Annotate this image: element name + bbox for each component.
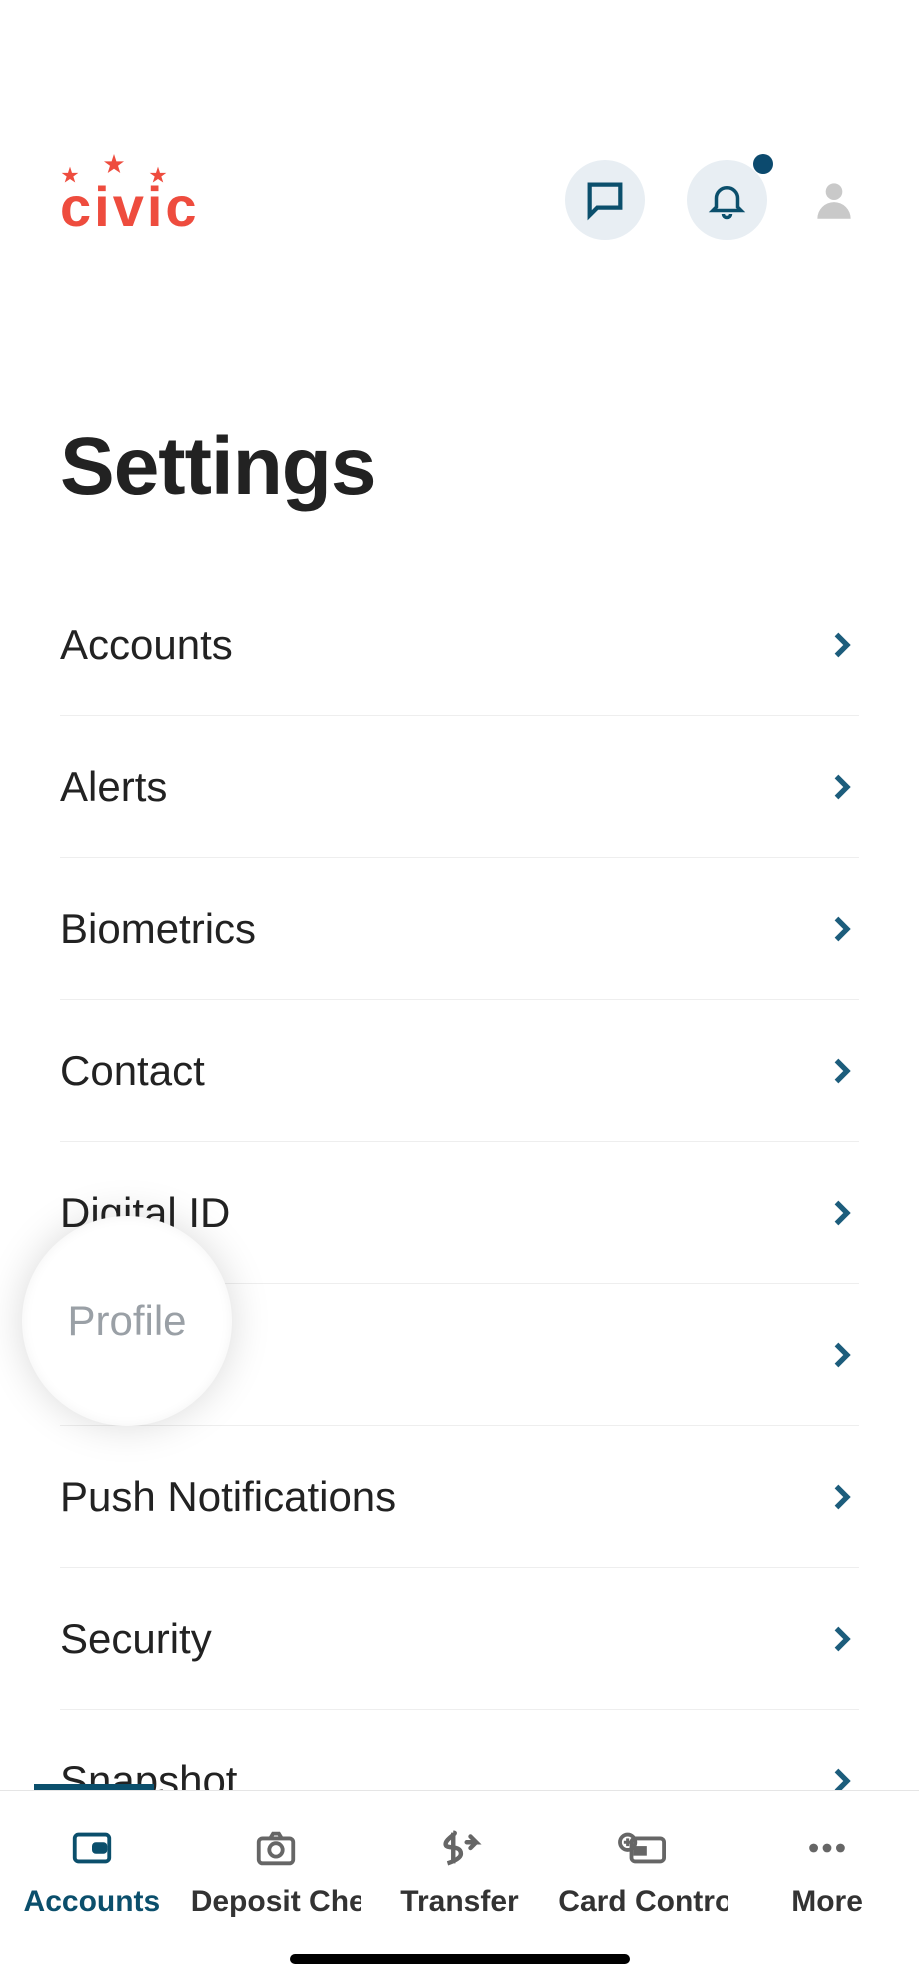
list-item-label: Contact [60,1047,205,1095]
tab-accounts[interactable]: Accounts [0,1791,184,1980]
tab-transfer[interactable]: Transfer [368,1791,552,1980]
tab-label: Card Controls [558,1885,728,1919]
header-actions [565,160,859,240]
more-icon [804,1825,850,1871]
page-title: Settings [0,280,919,574]
bottom-tabbar: Accounts Deposit Check Transfer Card Con… [0,1790,919,1980]
settings-item-accounts[interactable]: Accounts [60,574,859,716]
list-item-label: Accounts [60,621,233,669]
list-item-label: Digital ID [60,1189,230,1237]
profile-button[interactable] [809,175,859,225]
bell-icon [706,179,748,221]
tab-label: More [791,1885,863,1919]
wallet-icon [69,1825,115,1871]
brand-text: civic [60,179,200,235]
chevron-right-icon [823,1479,859,1515]
settings-item-alerts[interactable]: Alerts [60,716,859,858]
settings-item-security[interactable]: Security [60,1568,859,1710]
tab-label: Accounts [24,1885,161,1919]
transfer-icon [436,1825,482,1871]
settings-item-push-notifications[interactable]: Push Notifications [60,1426,859,1568]
chevron-right-icon [823,769,859,805]
brand-logo: civic [60,165,200,235]
settings-item-digital-id[interactable]: Digital ID [60,1142,859,1284]
chevron-right-icon [823,1053,859,1089]
card-controls-icon [616,1825,670,1871]
settings-item-biometrics[interactable]: Biometrics [60,858,859,1000]
list-item-label: Profile [60,1331,179,1379]
settings-item-contact[interactable]: Contact [60,1000,859,1142]
tab-card-controls[interactable]: Card Controls [551,1791,735,1980]
chat-icon [582,177,628,223]
chevron-right-icon [823,911,859,947]
star-icon [102,152,126,176]
list-item-label: Alerts [60,763,167,811]
profile-icon [809,175,859,225]
list-item-label: Biometrics [60,905,256,953]
chevron-right-icon [823,1621,859,1657]
notifications-button[interactable] [687,160,767,240]
notification-dot [753,154,773,174]
chevron-right-icon [823,1195,859,1231]
settings-list: Accounts Alerts Biometrics Contact Digit… [0,574,919,1852]
chevron-right-icon [823,627,859,663]
tab-deposit-check[interactable]: Deposit Check [184,1791,368,1980]
tab-label: Deposit Check [191,1885,361,1919]
camera-icon [253,1825,299,1871]
app-header: civic [0,0,919,280]
home-indicator[interactable] [290,1954,630,1964]
chat-button[interactable] [565,160,645,240]
settings-item-profile[interactable]: Profile [60,1284,859,1426]
chevron-right-icon [823,1337,859,1373]
tab-label: Transfer [400,1885,518,1919]
list-item-label: Security [60,1615,212,1663]
list-item-label: Push Notifications [60,1473,396,1521]
tab-more[interactable]: More [735,1791,919,1980]
